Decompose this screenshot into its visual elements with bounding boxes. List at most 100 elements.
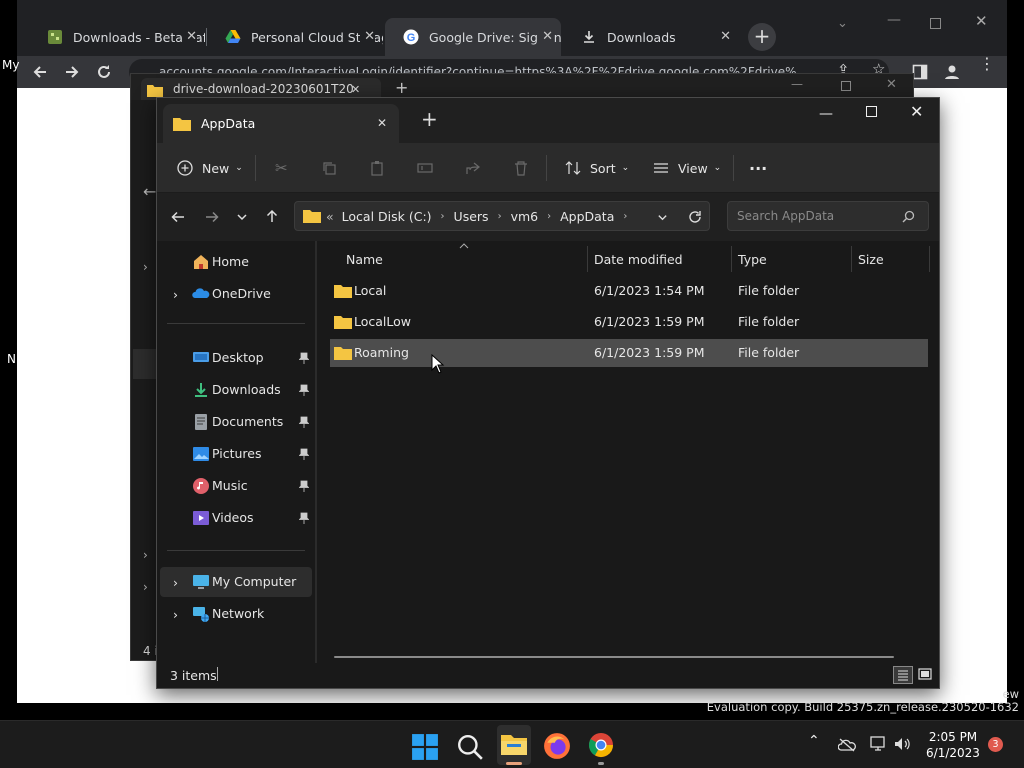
sidebar-item-downloads[interactable]: Downloads [160,375,312,405]
show-hidden-icons-chevron-icon[interactable]: ⌃ [808,733,820,749]
chrome-tab-betacraft[interactable]: Downloads - Betacraft ✕ [29,18,205,56]
chrome-tab-downloads[interactable]: Downloads ✕ [563,18,739,56]
close-tab-icon[interactable]: ✕ [182,29,197,44]
search-icon[interactable] [902,210,915,223]
column-divider[interactable] [587,246,588,272]
close-tab-icon[interactable]: ✕ [538,29,553,44]
back-arrow-icon[interactable] [31,63,49,81]
details-view-button[interactable] [893,666,913,684]
sidebar-item-documents[interactable]: Documents [160,407,312,437]
maximize-icon[interactable] [841,81,851,91]
new-tab-button[interactable]: + [421,107,438,131]
new-tab-button[interactable]: + [748,23,776,51]
sidebar-item-onedrive[interactable]: › OneDrive [160,279,312,309]
sidebar-item-network[interactable]: › Network [160,599,312,629]
pin-icon[interactable] [299,384,309,396]
network-status-icon[interactable] [870,736,888,752]
file-row-local[interactable]: Local 6/1/2023 1:54 PM File folder [330,277,928,305]
pin-icon[interactable] [299,448,309,460]
column-header-size[interactable]: Size [858,252,884,267]
share-button[interactable] [465,143,481,193]
sidebar-item-videos[interactable]: Videos [160,503,312,533]
minimize-icon[interactable]: — [819,106,833,122]
forward-arrow-icon[interactable] [63,63,81,81]
recent-locations-chevron-icon[interactable] [236,211,248,223]
copy-button[interactable] [321,143,337,193]
tiles-view-button[interactable] [916,666,936,684]
maximize-icon[interactable] [866,106,877,117]
profile-icon[interactable] [943,63,961,81]
address-bar[interactable]: « Local Disk (C:) › Users › vm6 › AppDat… [294,201,710,231]
chevron-right-icon[interactable]: › [143,548,148,562]
paste-button[interactable] [369,143,385,193]
horizontal-scrollbar[interactable] [334,656,894,658]
sort-button[interactable]: Sort ⌄ [565,143,629,193]
onedrive-offline-icon[interactable] [838,737,856,753]
close-window-icon[interactable]: ✕ [975,12,988,30]
search-icon[interactable] [456,733,484,761]
chrome-tab-cloud-storage[interactable]: Personal Cloud Storage ✕ [207,18,383,56]
file-row-roaming[interactable]: Roaming 6/1/2023 1:59 PM File folder [330,339,928,367]
chevron-right-icon[interactable]: › [173,575,178,590]
close-window-icon[interactable]: ✕ [910,102,923,121]
chevron-right-icon[interactable]: › [623,211,627,222]
chrome-menu-icon[interactable]: ⋮ [979,56,995,72]
column-divider[interactable] [851,246,852,272]
more-options-button[interactable]: ··· [749,143,767,193]
delete-button[interactable] [513,143,529,193]
column-divider[interactable] [731,246,732,272]
close-tab-icon[interactable]: ✕ [351,83,360,96]
breadcrumb-overflow-icon[interactable]: « [326,209,334,224]
sidebar-item-pictures[interactable]: Pictures [160,439,312,469]
refresh-icon[interactable] [688,210,702,224]
pin-icon[interactable] [299,416,309,428]
taskbar-file-explorer-button[interactable] [497,725,531,765]
explorer-tab-appdata[interactable]: AppData ✕ [163,104,399,143]
address-history-chevron-icon[interactable] [657,212,668,223]
close-tab-icon[interactable]: ✕ [377,116,387,130]
system-clock[interactable]: 2:05 PM 6/1/2023 [925,729,981,761]
chevron-right-icon[interactable]: › [498,211,502,222]
windows-start-icon[interactable] [411,733,439,761]
notification-badge[interactable]: 3 [988,737,1003,752]
new-tab-button[interactable]: + [395,78,408,97]
view-button[interactable]: View ⌄ [653,143,721,193]
chevron-right-icon[interactable]: › [173,287,178,302]
breadcrumb-users[interactable]: Users [454,209,489,224]
back-arrow-icon[interactable] [170,209,186,225]
chevron-right-icon[interactable]: › [547,211,551,222]
pin-icon[interactable] [299,512,309,524]
chevron-right-icon[interactable]: › [441,211,445,222]
pin-icon[interactable] [299,480,309,492]
cut-button[interactable]: ✂ [275,143,288,193]
pin-icon[interactable] [299,352,309,364]
rename-button[interactable] [417,143,433,193]
chevron-right-icon[interactable]: › [173,607,178,622]
firefox-icon[interactable] [543,732,571,760]
sidebar-item-music[interactable]: Music [160,471,312,501]
search-input[interactable]: Search AppData [727,201,929,231]
sidebar-item-desktop[interactable]: Desktop [160,343,312,373]
column-divider[interactable] [929,246,930,272]
close-window-icon[interactable]: ✕ [886,77,897,92]
volume-icon[interactable] [894,736,912,752]
column-header-date-modified[interactable]: Date modified [594,252,683,267]
chevron-right-icon[interactable]: › [143,580,148,594]
taskbar-chrome-button[interactable] [585,729,617,765]
column-header-name[interactable]: Name [346,252,383,267]
reload-icon[interactable] [95,63,113,81]
minimize-icon[interactable]: — [887,12,901,28]
sidebar-item-home[interactable]: Home [160,247,312,277]
side-panel-icon[interactable] [912,64,928,80]
breadcrumb-appdata[interactable]: AppData [560,209,614,224]
forward-arrow-icon[interactable] [204,209,220,225]
close-tab-icon[interactable]: ✕ [360,29,375,44]
column-header-type[interactable]: Type [738,252,767,267]
breadcrumb-local-disk[interactable]: Local Disk (C:) [342,209,432,224]
chrome-tab-google-drive-signin[interactable]: G Google Drive: Sign-in ✕ [385,18,561,56]
tab-search-icon[interactable]: ⌄ [837,16,848,31]
sidebar-item-my-computer[interactable]: › My Computer [160,567,312,597]
close-tab-icon[interactable]: ✕ [720,29,731,44]
up-arrow-icon[interactable] [264,208,280,224]
chevron-right-icon[interactable]: › [143,260,148,274]
